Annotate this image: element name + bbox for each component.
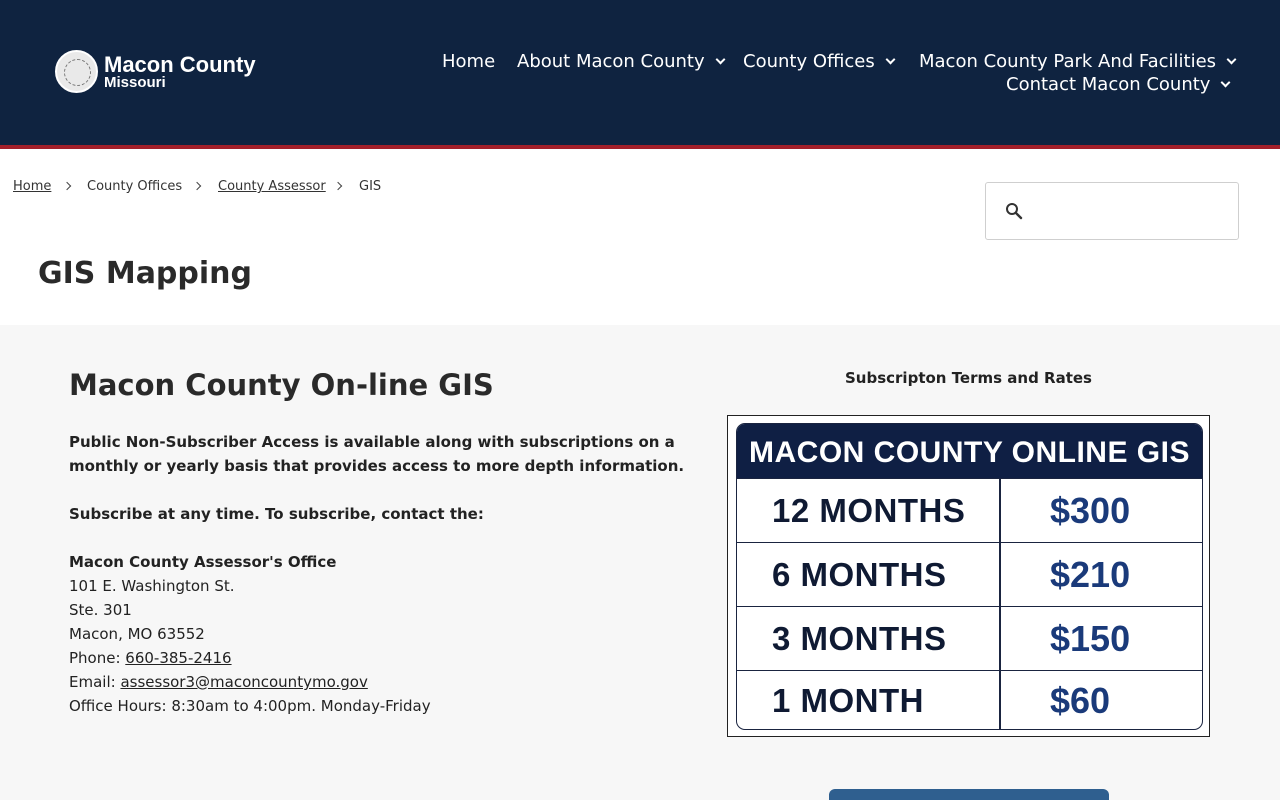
section-heading: Macon County On-line GIS bbox=[69, 368, 494, 402]
nav-park-facilities-label: Macon County Park And Facilities bbox=[919, 51, 1217, 72]
nav-home-label: Home bbox=[442, 51, 496, 72]
subscribe-button[interactable] bbox=[829, 789, 1109, 800]
phone-line: Phone: 660-385-2416 bbox=[69, 649, 232, 667]
nav-home[interactable]: Home bbox=[442, 51, 495, 72]
logo-subtitle: Missouri bbox=[104, 73, 166, 91]
subscribe-text: Subscribe at any time. To subscribe, con… bbox=[69, 505, 484, 523]
rate-divider bbox=[999, 479, 1001, 542]
nav-county-offices-label: County Offices bbox=[743, 51, 875, 72]
rate-row: 6 MONTHS $210 bbox=[737, 542, 1202, 606]
rates-header: MACON COUNTY ONLINE GIS bbox=[737, 424, 1202, 478]
site-logo[interactable]: Macon County Missouri bbox=[55, 50, 256, 93]
chevron-down-icon bbox=[885, 54, 896, 65]
chevron-down-icon bbox=[715, 54, 726, 65]
office-name: Macon County Assessor's Office bbox=[69, 553, 337, 571]
header-accent-rule bbox=[0, 145, 1280, 149]
rate-row: 12 MONTHS $300 bbox=[737, 478, 1202, 542]
address-line2: Ste. 301 bbox=[69, 601, 132, 619]
intro-text-line1: Public Non-Subscriber Access is availabl… bbox=[69, 433, 675, 451]
nav-contact[interactable]: Contact Macon County bbox=[1006, 74, 1231, 95]
email-link[interactable]: assessor3@maconcountymo.gov bbox=[120, 673, 367, 691]
rate-divider bbox=[999, 607, 1001, 670]
breadcrumb-county-assessor[interactable]: County Assessor bbox=[218, 179, 326, 194]
search-box[interactable] bbox=[985, 182, 1239, 240]
breadcrumb-home[interactable]: Home bbox=[13, 179, 51, 194]
nav-county-offices[interactable]: County Offices bbox=[743, 51, 896, 72]
email-line: Email: assessor3@maconcountymo.gov bbox=[69, 673, 368, 691]
rate-price: $60 bbox=[1050, 680, 1111, 721]
office-hours: Office Hours: 8:30am to 4:00pm. Monday-F… bbox=[69, 697, 431, 715]
rate-row: 3 MONTHS $150 bbox=[737, 606, 1202, 670]
address-city: Macon, MO 63552 bbox=[69, 625, 205, 643]
county-seal-icon bbox=[55, 50, 98, 93]
rates-image: MACON COUNTY ONLINE GIS 12 MONTHS $300 6… bbox=[727, 415, 1210, 737]
rate-divider bbox=[999, 671, 1001, 729]
chevron-down-icon bbox=[1226, 54, 1237, 65]
rate-price: $210 bbox=[1050, 554, 1131, 595]
chevron-right-icon bbox=[333, 181, 343, 191]
page-title: GIS Mapping bbox=[38, 256, 252, 291]
phone-link[interactable]: 660-385-2416 bbox=[125, 649, 231, 667]
nav-about-label: About Macon County bbox=[517, 51, 705, 72]
phone-label: Phone: bbox=[69, 649, 126, 667]
address-line1: 101 E. Washington St. bbox=[69, 577, 235, 595]
nav-park-facilities[interactable]: Macon County Park And Facilities bbox=[919, 51, 1237, 72]
rate-row: 1 MONTH $60 bbox=[737, 670, 1202, 729]
nav-contact-label: Contact Macon County bbox=[1006, 74, 1211, 95]
logo-title: Macon County bbox=[104, 51, 256, 77]
intro-text-line2: monthly or yearly basis that provides ac… bbox=[69, 457, 685, 475]
chevron-down-icon bbox=[1221, 77, 1231, 88]
rate-term: 3 MONTHS bbox=[772, 620, 947, 657]
breadcrumb-current: GIS bbox=[359, 179, 382, 194]
breadcrumb-county-offices: County Offices bbox=[87, 179, 183, 194]
rate-price: $300 bbox=[1050, 490, 1131, 531]
search-icon bbox=[1006, 203, 1023, 220]
rate-term: 12 MONTHS bbox=[772, 492, 966, 529]
rates-section-title: Subscripton Terms and Rates bbox=[845, 369, 1092, 387]
chevron-right-icon bbox=[62, 181, 72, 191]
rate-price: $150 bbox=[1050, 618, 1131, 659]
rate-term: 1 MONTH bbox=[772, 682, 924, 719]
rate-term: 6 MONTHS bbox=[772, 556, 947, 593]
rate-divider bbox=[999, 543, 1001, 606]
email-label: Email: bbox=[69, 673, 121, 691]
chevron-right-icon bbox=[192, 181, 202, 191]
nav-about[interactable]: About Macon County bbox=[517, 51, 726, 72]
rates-table: MACON COUNTY ONLINE GIS 12 MONTHS $300 6… bbox=[736, 423, 1203, 730]
search-input[interactable] bbox=[1032, 191, 1228, 231]
